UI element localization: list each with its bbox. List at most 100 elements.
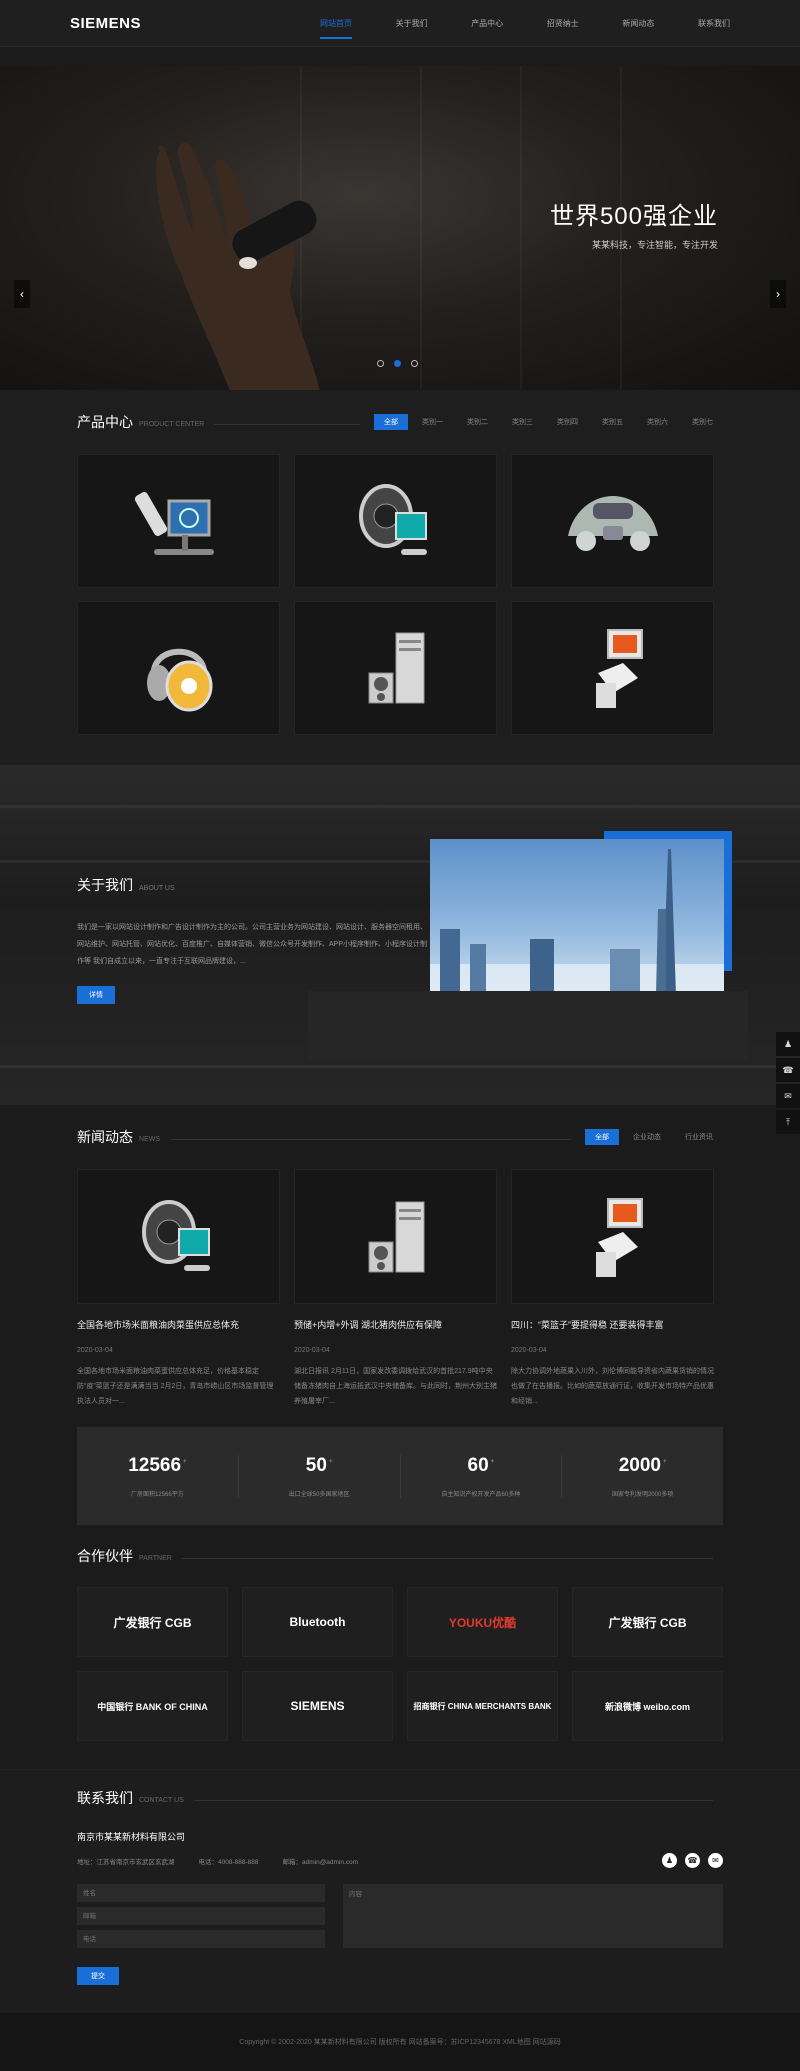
product-tab-5[interactable]: 类别五 bbox=[592, 414, 633, 430]
product-tab-4[interactable]: 类别四 bbox=[547, 414, 588, 430]
contact-header: 联系我们 CONTACT US bbox=[77, 1770, 723, 1826]
about-text: 我们是一家以网站设计制作和广告设计制作为主的公司。公司主营业务为网站建设、网站设… bbox=[77, 924, 428, 965]
qq-icon[interactable]: ♟ bbox=[662, 1853, 677, 1868]
banner-dot-2[interactable] bbox=[394, 360, 401, 367]
partner-logo-grid: 广发银行 CGB Bluetooth YOUKU优酷 广发银行 CGB 中国银行… bbox=[77, 1587, 723, 1741]
product-tab-3[interactable]: 类别三 bbox=[502, 414, 543, 430]
contact-info: 地址：江苏省南京市玄武区玄武湖 电话：4008-888-888 邮箱：admin… bbox=[77, 1853, 723, 1868]
news-title-2[interactable]: 预储+内增+外调 湖北猪肉供应有保障 bbox=[294, 1318, 497, 1331]
product-card[interactable] bbox=[511, 601, 714, 735]
partners-title-en: PARTNER bbox=[139, 1554, 172, 1562]
contact-title: 联系我们 bbox=[77, 1790, 133, 1806]
partner-logo-cgb-2[interactable]: 广发银行 CGB bbox=[572, 1587, 723, 1657]
headphones-icon bbox=[146, 648, 212, 712]
email-input[interactable] bbox=[77, 1907, 325, 1925]
product-card[interactable] bbox=[77, 601, 280, 735]
news-tabs: 全部 企业动态 行业资讯 bbox=[581, 1129, 723, 1145]
stat-item: 2000 + 国家专利发明2000多项 bbox=[611, 1454, 674, 1498]
news-title-3[interactable]: 四川：“菜篮子”要提得稳 还要装得丰富 bbox=[511, 1318, 714, 1331]
stat-item: 12566 + 厂房面积12566平方 bbox=[77, 1454, 239, 1498]
stat-item: 50 + 出口全球50多国家地区 bbox=[239, 1454, 401, 1498]
desktop-tower-icon bbox=[368, 632, 424, 704]
about-detail-button[interactable]: 详情 bbox=[77, 986, 115, 1004]
nav-jobs[interactable]: 招贤纳士 bbox=[547, 4, 579, 43]
name-input[interactable] bbox=[77, 1884, 325, 1902]
stat-item: 60 + 自主知识产权开发产品60多种 bbox=[401, 1454, 563, 1498]
news-header: 新闻动态 NEWS 全部 企业动态 行业资讯 bbox=[77, 1105, 723, 1169]
phone-icon[interactable]: ☎ bbox=[685, 1853, 700, 1868]
news-summary-2: 湖北日报讯 2月11日，国家发改委调拨给武汉的首批217.9吨中央储备冻猪肉自上… bbox=[294, 1368, 497, 1405]
news-summary-1: 全国各地市场米面粮油肉菜蛋供应总体充足，价格基本稳定 防“疫”菜篮子还是满满当当… bbox=[77, 1368, 274, 1405]
product-tab-all[interactable]: 全部 bbox=[374, 414, 408, 430]
stats-bar: 12566 + 厂房面积12566平方 50 + 出口全球50多国家地区 60 + 自… bbox=[77, 1427, 723, 1525]
about-title-en: ABOUT US bbox=[139, 885, 175, 892]
partner-logo-youku[interactable]: YOUKU优酷 bbox=[407, 1587, 558, 1657]
news-title-en: NEWS bbox=[139, 1135, 160, 1143]
city-skyline-image bbox=[430, 839, 724, 995]
nav-home[interactable]: 网站首页 bbox=[320, 4, 352, 43]
monitor-stand-icon bbox=[595, 629, 643, 708]
wechat-icon[interactable]: ✉ bbox=[708, 1853, 723, 1868]
back-to-top-icon[interactable]: ⤒ bbox=[776, 1110, 800, 1134]
news-date-1: 2020-03-04 bbox=[77, 1347, 113, 1354]
contact-phone: 电话：4008-888-888 bbox=[198, 1858, 259, 1866]
news-title: 新闻动态 bbox=[77, 1129, 133, 1145]
news-date-3: 2020-03-04 bbox=[511, 1347, 547, 1354]
banner-dot-1[interactable] bbox=[377, 360, 384, 367]
nav-news[interactable]: 新闻动态 bbox=[622, 4, 654, 43]
microscope-monitor-icon bbox=[134, 492, 214, 555]
contact-address: 地址：江苏省南京市玄武区玄武湖 bbox=[77, 1858, 175, 1866]
product-tab-2[interactable]: 类别二 bbox=[457, 414, 498, 430]
wechat-icon[interactable]: ✉ bbox=[776, 1084, 800, 1108]
product-card[interactable] bbox=[77, 454, 280, 588]
hand-device-image bbox=[156, 143, 320, 390]
news-card[interactable]: 四川：“菜篮子”要提得稳 还要装得丰富 2020-03-04 除大力协调外地蔬果… bbox=[511, 1169, 714, 1407]
partner-logo-siemens[interactable]: SIEMENS bbox=[242, 1671, 393, 1741]
nav-products[interactable]: 产品中心 bbox=[471, 4, 503, 43]
main-nav: 网站首页 关于我们 产品中心 招贤纳士 新闻动态 联系我们 bbox=[320, 4, 730, 43]
header: SIEMENS 网站首页 关于我们 产品中心 招贤纳士 新闻动态 联系我们 bbox=[0, 0, 800, 47]
contact-title-en: CONTACT US bbox=[139, 1796, 184, 1804]
banner-prev-arrow[interactable]: ‹ bbox=[14, 280, 30, 308]
partner-logo-cmb[interactable]: 招商银行 CHINA MERCHANTS BANK bbox=[407, 1671, 558, 1741]
logo[interactable]: SIEMENS bbox=[70, 15, 320, 32]
qq-icon[interactable]: ♟ bbox=[776, 1032, 800, 1056]
about-title: 关于我们 ABOUT US bbox=[77, 877, 175, 893]
partner-logo-cgb[interactable]: 广发银行 CGB bbox=[77, 1587, 228, 1657]
banner-next-arrow[interactable]: › bbox=[770, 280, 786, 308]
product-tab-6[interactable]: 类别六 bbox=[637, 414, 678, 430]
partner-logo-weibo[interactable]: 新浪微博 weibo.com bbox=[572, 1671, 723, 1741]
partner-logo-boc[interactable]: 中国银行 BANK OF CHINA bbox=[77, 1671, 228, 1741]
content-textarea[interactable] bbox=[343, 1884, 723, 1948]
nav-about[interactable]: 关于我们 bbox=[396, 4, 428, 43]
products-title-en: PRODUCT CENTER bbox=[139, 420, 205, 428]
news-tab-all[interactable]: 全部 bbox=[585, 1129, 619, 1145]
product-card[interactable] bbox=[294, 601, 497, 735]
footer: Copyright © 2002-2020 某某新材料有限公司 版权所有 网站备… bbox=[0, 2013, 800, 2071]
banner-subtitle: 某某科技，专注智能，专注开发 bbox=[591, 240, 718, 250]
partner-logo-bluetooth[interactable]: Bluetooth bbox=[242, 1587, 393, 1657]
news-tab-company[interactable]: 企业动态 bbox=[623, 1129, 671, 1145]
monitor-stand-icon bbox=[595, 1197, 643, 1277]
products-tabs: 全部 类别一 类别二 类别三 类别四 类别五 类别六 类别七 bbox=[370, 414, 723, 430]
nav-contact[interactable]: 联系我们 bbox=[698, 4, 730, 43]
product-card[interactable] bbox=[294, 454, 497, 588]
news-card[interactable]: 预储+内增+外调 湖北猪肉供应有保障 2020-03-04 湖北日报讯 2月11… bbox=[294, 1169, 497, 1407]
contact-email: 邮箱：admin@admin.com bbox=[282, 1858, 359, 1866]
phone-input[interactable] bbox=[77, 1930, 325, 1948]
news-summary-3: 除大力协调外地蔬果入川外，刘伦博同能导资省内蔬果货销的情况也做了在告播报。比如的… bbox=[511, 1368, 714, 1405]
news-card[interactable]: 全国各地市场米面粮油肉菜蛋供应总体充 2020-03-04 全国各地市场米面粮油… bbox=[77, 1169, 280, 1407]
news-tab-industry[interactable]: 行业资讯 bbox=[675, 1129, 723, 1145]
hero-banner: 世界500强企业 某某科技，专注智能，专注开发 ‹ › bbox=[0, 66, 800, 390]
products-section: 产品中心 PRODUCT CENTER 全部 类别一 类别二 类别三 类别四 类… bbox=[0, 360, 800, 2071]
product-tab-7[interactable]: 类别七 bbox=[682, 414, 723, 430]
news-title-1[interactable]: 全国各地市场米面粮油肉菜蛋供应总体充 bbox=[77, 1318, 280, 1331]
desktop-tower-icon bbox=[368, 1201, 424, 1272]
product-tab-1[interactable]: 类别一 bbox=[412, 414, 453, 430]
partners-section: 合作伙伴 PARTNER 广发银行 CGB Bluetooth YOUKU优酷 … bbox=[77, 1525, 723, 1741]
submit-button[interactable]: 提交 bbox=[77, 1967, 119, 1985]
product-card[interactable] bbox=[511, 454, 714, 588]
banner-dot-3[interactable] bbox=[411, 360, 418, 367]
phone-icon[interactable]: ☎ bbox=[776, 1058, 800, 1082]
about-section: 关于我们 ABOUT US 我们是一家以网站设计制作和广告设计制作为主的公司。公司… bbox=[0, 765, 800, 1105]
